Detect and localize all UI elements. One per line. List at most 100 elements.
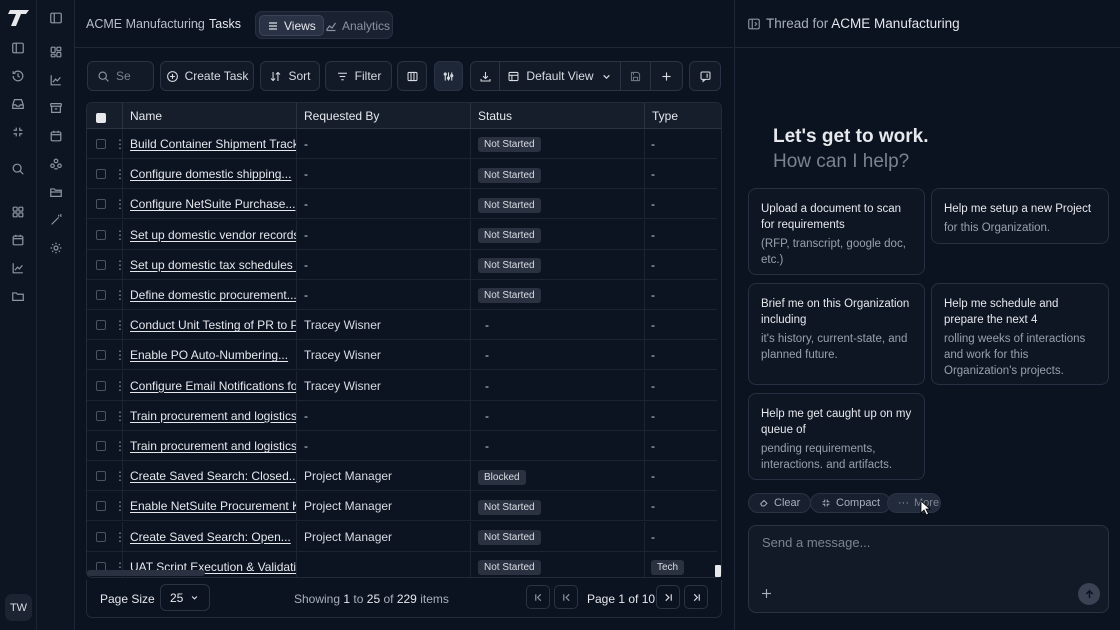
- row-checkbox[interactable]: [96, 139, 106, 149]
- task-link[interactable]: Conduct Unit Testing of PR to PO...: [130, 318, 296, 332]
- chart-icon[interactable]: [7, 257, 29, 279]
- table-row[interactable]: ⋮ Create Saved Search: Closed...Project M…: [87, 461, 717, 492]
- sort-button[interactable]: Sort: [260, 61, 320, 91]
- first-page-button[interactable]: [526, 585, 550, 609]
- column-header-name[interactable]: Name: [123, 103, 297, 129]
- table-row[interactable]: ⋮Set up domestic tax schedules an...-Not…: [87, 249, 717, 280]
- archive-icon[interactable]: [45, 97, 67, 119]
- history-icon[interactable]: [7, 65, 29, 87]
- row-checkbox[interactable]: [96, 320, 106, 331]
- tab-analytics[interactable]: Analytics: [318, 15, 397, 36]
- table-row[interactable]: ⋮Configure domestic shipping...-Not Star…: [87, 159, 717, 190]
- panel-collapse-icon[interactable]: [747, 17, 761, 31]
- column-header-requested-by[interactable]: Requested By: [297, 103, 471, 129]
- table-row[interactable]: ⋮ Conduct Unit Testing of PR to PO...Trac…: [87, 310, 717, 341]
- task-link[interactable]: Define domestic procurement...: [130, 288, 296, 302]
- tab-views[interactable]: Views: [259, 15, 324, 36]
- schedule-icon[interactable]: [45, 125, 67, 147]
- select-all-checkbox[interactable]: [96, 113, 106, 123]
- table-row[interactable]: ⋮Train procurement and logistics...---: [87, 431, 717, 461]
- group-button[interactable]: [434, 61, 463, 91]
- column-header-type[interactable]: Type: [645, 103, 717, 129]
- attach-plus-icon[interactable]: [760, 587, 773, 600]
- last-page-button[interactable]: [684, 585, 708, 609]
- inbox-icon[interactable]: [7, 93, 29, 115]
- row-menu-icon[interactable]: ⋮: [114, 379, 122, 393]
- table-row[interactable]: ⋮ Create Saved Search: Open... Project Man…: [87, 521, 717, 552]
- row-menu-icon[interactable]: ⋮: [114, 439, 122, 453]
- create-task-button[interactable]: Create Task: [160, 61, 254, 91]
- suggestion-card-catch-up[interactable]: Help me get caught up on my queue of pen…: [748, 393, 925, 480]
- view-select[interactable]: Default View: [500, 61, 621, 91]
- app-logo-icon[interactable]: [7, 8, 31, 28]
- row-menu-icon[interactable]: ⋮: [114, 530, 122, 544]
- dashboard-icon[interactable]: [45, 41, 67, 63]
- more-chip[interactable]: ··· More: [887, 493, 941, 513]
- row-checkbox[interactable]: [96, 259, 106, 270]
- search-input[interactable]: Se: [116, 69, 131, 83]
- row-checkbox[interactable]: [96, 441, 106, 451]
- task-link[interactable]: Configure NetSuite Purchase...: [130, 197, 295, 211]
- analytics-icon[interactable]: [45, 69, 67, 91]
- prev-page-button[interactable]: [554, 585, 578, 609]
- column-header-status[interactable]: Status: [471, 103, 645, 129]
- clear-chip[interactable]: Clear: [748, 493, 812, 513]
- row-checkbox[interactable]: [96, 531, 106, 542]
- task-link[interactable]: Enable NetSuite Procurement KP...: [130, 499, 296, 513]
- row-menu-icon[interactable]: ⋮: [114, 409, 122, 423]
- row-menu-icon[interactable]: ⋮: [114, 499, 122, 513]
- search-icon[interactable]: [7, 158, 29, 180]
- collapse-icon[interactable]: [7, 121, 29, 143]
- row-checkbox[interactable]: [96, 199, 106, 210]
- apps-icon[interactable]: [7, 201, 29, 223]
- columns-button[interactable]: [397, 61, 427, 91]
- row-checkbox[interactable]: [96, 501, 106, 512]
- filter-button[interactable]: Filter: [325, 61, 392, 91]
- task-link[interactable]: Configure Email Notifications for...: [130, 379, 296, 393]
- download-button[interactable]: [470, 61, 500, 91]
- sidebar-toggle-icon[interactable]: [7, 37, 29, 59]
- table-row[interactable]: ⋮Set up domestic vendor records...-Not S…: [87, 219, 717, 250]
- row-menu-icon[interactable]: ⋮: [114, 228, 122, 242]
- settings-gear-icon[interactable]: [45, 237, 67, 259]
- row-checkbox[interactable]: [96, 380, 106, 391]
- team-icon[interactable]: [45, 153, 67, 175]
- suggestion-card-upload[interactable]: Upload a document to scan for requiremen…: [748, 188, 925, 275]
- row-menu-icon[interactable]: ⋮: [114, 469, 122, 483]
- row-menu-icon[interactable]: ⋮: [114, 197, 122, 211]
- row-menu-icon[interactable]: ⋮: [114, 288, 122, 302]
- page-size-select[interactable]: 25: [160, 584, 210, 611]
- folder-icon[interactable]: [7, 285, 29, 307]
- task-link[interactable]: Enable PO Auto-Numbering...: [130, 348, 288, 362]
- row-menu-icon[interactable]: ⋮: [114, 258, 122, 272]
- panel-toggle-icon[interactable]: [45, 7, 67, 29]
- task-link[interactable]: Train procurement and logistics...: [130, 409, 296, 423]
- next-page-button[interactable]: [656, 585, 680, 609]
- row-menu-icon[interactable]: ⋮: [114, 167, 122, 181]
- task-link[interactable]: Configure domestic shipping...: [130, 167, 291, 181]
- row-checkbox[interactable]: [96, 290, 106, 300]
- table-row[interactable]: ⋮ Enable NetSuite Procurement KP...Projec…: [87, 491, 717, 522]
- task-link[interactable]: Train procurement and logistics...: [130, 439, 296, 453]
- magic-wand-icon[interactable]: [45, 209, 67, 231]
- row-checkbox[interactable]: [96, 169, 106, 180]
- message-input[interactable]: Send a message...: [762, 535, 870, 550]
- row-checkbox[interactable]: [96, 350, 106, 361]
- calendar-icon[interactable]: [7, 229, 29, 251]
- task-link[interactable]: Build Container Shipment Trackin...: [130, 137, 296, 151]
- send-button[interactable]: [1078, 583, 1100, 605]
- suggestion-card-brief[interactable]: Brief me on this Organization including …: [748, 283, 925, 385]
- row-menu-icon[interactable]: ⋮: [114, 348, 122, 362]
- files-icon[interactable]: [45, 181, 67, 203]
- add-view-button[interactable]: [651, 61, 683, 91]
- table-row[interactable]: ⋮Configure NetSuite Purchase...-Not Star…: [87, 189, 717, 220]
- row-checkbox[interactable]: [96, 471, 106, 482]
- row-checkbox[interactable]: [96, 410, 106, 421]
- toggle-chat-button[interactable]: [689, 61, 721, 91]
- row-checkbox[interactable]: [96, 229, 106, 240]
- compact-chip[interactable]: Compact: [810, 493, 892, 513]
- task-link[interactable]: Create Saved Search: Open...: [130, 530, 291, 544]
- table-row[interactable]: ⋮Train procurement and logistics...---: [87, 400, 717, 431]
- row-menu-icon[interactable]: ⋮: [114, 137, 122, 151]
- user-avatar[interactable]: TW: [5, 594, 32, 621]
